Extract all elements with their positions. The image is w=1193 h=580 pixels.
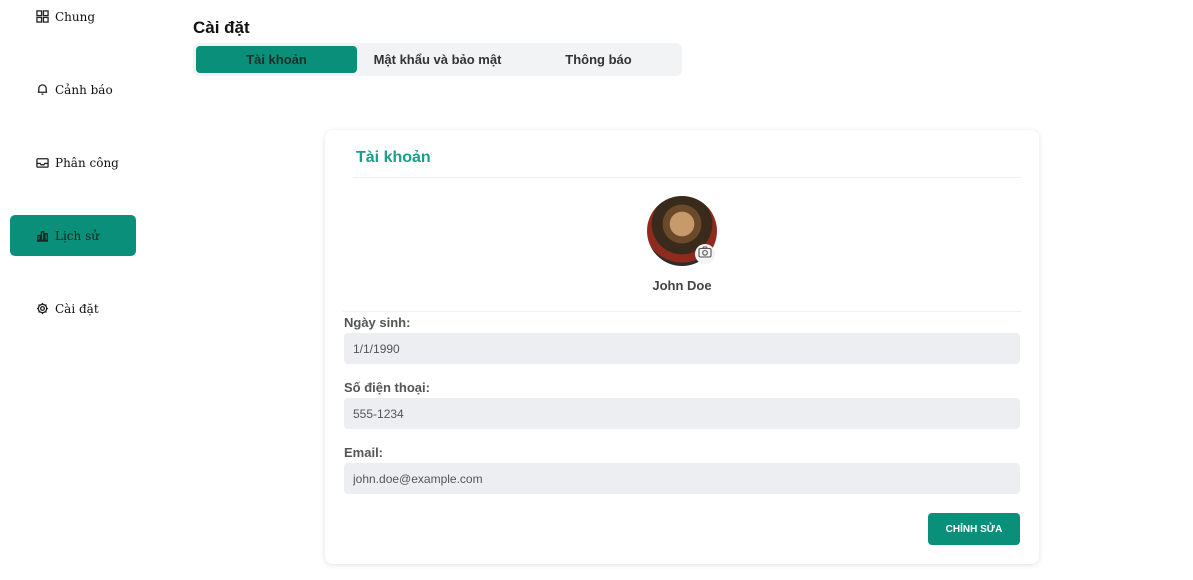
sidebar-item-label: Cảnh báo	[55, 82, 113, 97]
email-field[interactable]	[344, 463, 1020, 494]
settings-tabs: Tài khoản Mật khẩu và bảo mật Thông báo	[193, 43, 682, 76]
email-label: Email:	[344, 445, 384, 460]
tab-notifications[interactable]: Thông báo	[518, 46, 679, 73]
birthday-field[interactable]	[344, 333, 1020, 364]
sidebar-item-assignment[interactable]: Phân công	[10, 142, 136, 183]
grid-icon	[35, 10, 49, 24]
phone-label: Số điện thoại:	[344, 380, 430, 395]
bar-chart-icon	[35, 229, 49, 243]
sidebar-item-label: Phân công	[55, 155, 119, 170]
edit-button[interactable]: CHỈNH SỬA	[928, 513, 1020, 545]
sidebar-item-label: Cài đặt	[55, 301, 99, 316]
sidebar-item-label: Lịch sử	[55, 228, 99, 243]
sidebar-item-settings[interactable]: Cài đặt	[10, 288, 136, 329]
birthday-label: Ngày sinh:	[344, 315, 411, 330]
gear-icon	[35, 302, 49, 316]
inbox-icon	[35, 156, 49, 170]
sidebar-item-alerts[interactable]: Cảnh báo	[10, 69, 136, 110]
sidebar-item-history[interactable]: Lịch sử	[10, 215, 136, 256]
sidebar-item-general[interactable]: Chung	[10, 0, 136, 37]
change-photo-button[interactable]	[695, 244, 715, 264]
tab-password-security[interactable]: Mật khẩu và bảo mật	[357, 46, 518, 73]
card-title: Tài khoản	[356, 149, 431, 166]
sidebar: Chung Cảnh báo Phân công Lịch sử Cài đặt	[0, 0, 150, 580]
camera-icon	[698, 245, 712, 264]
divider	[343, 311, 1021, 312]
page-title: Cài đặt	[193, 18, 250, 37]
sidebar-item-label: Chung	[55, 9, 96, 24]
divider	[353, 177, 1021, 178]
user-name: John Doe	[652, 278, 712, 293]
tab-account[interactable]: Tài khoản	[196, 46, 357, 73]
account-card: Tài khoản John Doe Ngày sinh: Số điện th…	[325, 130, 1039, 564]
phone-field[interactable]	[344, 398, 1020, 429]
bell-icon	[35, 83, 49, 97]
